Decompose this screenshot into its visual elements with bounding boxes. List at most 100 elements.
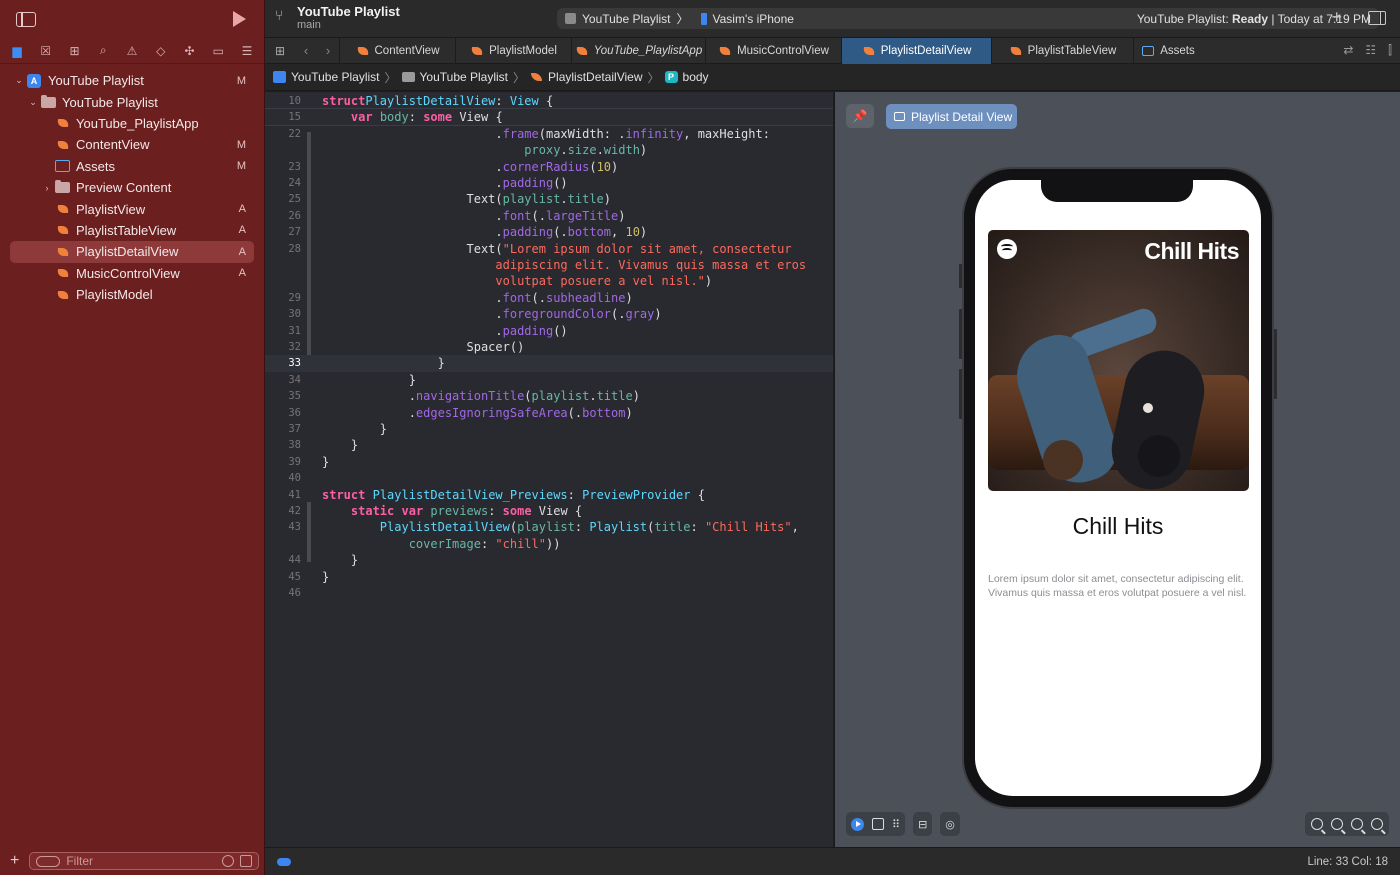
code-line[interactable]: 35 .navigationTitle(playlist.title) — [265, 388, 833, 404]
test-navigator-icon[interactable]: ◇ — [152, 42, 170, 60]
source-control-filter-icon[interactable] — [240, 855, 252, 867]
sidebar-toggle-icon[interactable] — [16, 11, 36, 27]
code-line[interactable]: 10 structPlaylistDetailView: View { — [265, 93, 833, 110]
code-line[interactable]: 43 PlaylistDetailView(playlist: Playlist… — [265, 519, 833, 535]
source-editor[interactable]: 10 structPlaylistDetailView: View {15 var… — [265, 92, 833, 847]
selectable-mode-icon[interactable] — [872, 818, 884, 830]
code-line[interactable]: 32 Spacer() — [265, 339, 833, 355]
code-line[interactable]: 31 .padding() — [265, 323, 833, 339]
device-screen[interactable]: Chill Hits Chill Hits Lorem ipsum dolor … — [975, 180, 1261, 796]
chevron-down-icon[interactable]: ⌄ — [12, 75, 26, 86]
split-editor-icon[interactable]: ⫿ — [1388, 43, 1392, 58]
sidebar-item[interactable]: PlaylistView A — [10, 198, 254, 219]
orientation-icon[interactable]: ◎ — [945, 818, 955, 831]
zoom-actual-icon[interactable] — [1351, 818, 1363, 830]
sidebar-item[interactable]: ⌄ A YouTube Playlist M — [10, 70, 254, 91]
sidebar-item[interactable]: PlaylistDetailView A — [10, 241, 254, 263]
editor-tab[interactable]: Assets — [1133, 37, 1203, 64]
sidebar-item[interactable]: YouTube_PlaylistApp — [10, 113, 254, 134]
code-line[interactable]: 36 .edgesIgnoringSafeArea(.bottom) — [265, 405, 833, 421]
recent-files-icon[interactable] — [222, 855, 234, 867]
sidebar-item[interactable]: Assets M — [10, 156, 254, 177]
debug-navigator-icon[interactable]: ✣ — [181, 42, 199, 60]
run-icon[interactable] — [233, 11, 246, 27]
sidebar-item[interactable]: › Preview Content — [10, 177, 254, 198]
code-line[interactable]: 28 Text("Lorem ipsum dolor sit amet, con… — [265, 241, 833, 257]
code-line[interactable]: 27 .padding(.bottom, 10) — [265, 224, 833, 240]
code-line[interactable]: 39} — [265, 454, 833, 470]
sidebar-item[interactable]: MusicControlView A — [10, 263, 254, 284]
code-line[interactable]: 42 static var previews: some View { — [265, 503, 833, 519]
code-line[interactable]: 45} — [265, 569, 833, 585]
code-line[interactable]: 38 } — [265, 437, 833, 453]
code-line[interactable]: 30 .foregroundColor(.gray) — [265, 306, 833, 322]
live-preview-icon[interactable] — [851, 817, 864, 831]
variants-icon[interactable]: ⠿ — [892, 818, 900, 831]
breadcrumb-symbol[interactable]: body — [683, 70, 709, 84]
editor-options-icon[interactable]: ☷ — [1365, 43, 1376, 58]
source-control-icon[interactable]: ☒ — [37, 42, 55, 60]
forward-icon[interactable]: › — [326, 43, 330, 58]
debug-area-toggle-icon[interactable] — [277, 857, 291, 866]
branch-name[interactable]: main — [297, 19, 321, 31]
folder-icon — [40, 94, 56, 109]
back-icon[interactable]: ‹ — [304, 43, 308, 58]
editor-tab[interactable]: PlaylistModel — [455, 37, 571, 64]
code-line[interactable]: 22 .frame(maxWidth: .infinity, maxHeight… — [265, 126, 833, 142]
breadcrumb-project[interactable]: YouTube Playlist — [291, 70, 380, 84]
symbol-navigator-icon[interactable]: ⊞ — [66, 42, 84, 60]
breakpoint-navigator-icon[interactable]: ▭ — [209, 42, 227, 60]
library-add-icon[interactable]: + — [1331, 7, 1342, 28]
code-line[interactable]: 29 .font(.subheadline) — [265, 290, 833, 306]
code-line[interactable]: volutpat posuere a vel nisl.") — [265, 273, 833, 289]
zoom-out-icon[interactable] — [1311, 818, 1323, 830]
editor-tab[interactable]: PlaylistTableView — [991, 37, 1133, 64]
code-line[interactable]: 15 var body: some View { — [265, 109, 833, 126]
code-line[interactable]: 41 struct PlaylistDetailView_Previews: Pr… — [265, 487, 833, 503]
issue-navigator-icon[interactable]: ⚠ — [123, 42, 141, 60]
breadcrumb-group[interactable]: YouTube Playlist — [420, 70, 509, 84]
code-line[interactable]: 37 } — [265, 421, 833, 437]
code-line[interactable]: 26 .font(.largeTitle) — [265, 208, 833, 224]
code-line[interactable]: 44 } — [265, 552, 833, 568]
editor-tab[interactable]: YouTube_PlaylistApp — [571, 37, 705, 64]
code-line[interactable]: 24 .padding() — [265, 175, 833, 191]
editor-tab[interactable]: ContentView — [339, 37, 455, 64]
filter-field[interactable]: Filter — [29, 852, 259, 870]
code-line[interactable]: coverImage: "chill")) — [265, 536, 833, 552]
report-navigator-icon[interactable]: ☰ — [238, 42, 256, 60]
breadcrumb-file[interactable]: PlaylistDetailView — [548, 70, 642, 84]
sidebar-item[interactable]: ContentView M — [10, 134, 254, 155]
chevron-right-icon[interactable]: › — [40, 183, 54, 193]
code-line[interactable]: 25 Text(playlist.title) — [265, 191, 833, 207]
sidebar-item[interactable]: PlaylistModel — [10, 284, 254, 305]
code-token: PlaylistDetailView — [379, 520, 510, 535]
chevron-down-icon[interactable]: ⌄ — [26, 97, 40, 108]
preview-selector-button[interactable]: Playlist Detail View — [886, 104, 1017, 129]
pin-preview-button[interactable]: 📌 — [846, 104, 874, 128]
device-selector[interactable]: Vasim's iPhone — [713, 12, 794, 26]
inspector-toggle-icon[interactable] — [1368, 11, 1386, 25]
code-line[interactable]: 40 — [265, 470, 833, 486]
code-line[interactable]: adipiscing elit. Vivamus quis massa et e… — [265, 257, 833, 273]
find-navigator-icon[interactable]: ⌕ — [94, 42, 112, 60]
code-line[interactable]: 46 — [265, 585, 833, 601]
zoom-fit-icon[interactable] — [1331, 818, 1343, 830]
code-line[interactable]: proxy.size.width) — [265, 142, 833, 158]
related-items-icon[interactable]: ⊞ — [265, 44, 295, 58]
code-line[interactable]: 33 } — [265, 355, 833, 372]
filter-options-icon[interactable] — [36, 855, 61, 867]
code-line[interactable]: 34 } — [265, 372, 833, 388]
scheme-selector[interactable]: YouTube Playlist — [582, 12, 671, 26]
device-settings-icon[interactable]: ⊟ — [918, 818, 927, 831]
swap-icon[interactable]: ⇄ — [1343, 43, 1353, 58]
editor-tab[interactable]: PlaylistDetailView — [841, 37, 991, 64]
sidebar-item[interactable]: ⌄ YouTube Playlist — [10, 91, 254, 112]
editor-tab[interactable]: MusicControlView — [705, 37, 841, 64]
code-line[interactable]: 23 .cornerRadius(10) — [265, 159, 833, 175]
sidebar-footer: + Filter — [0, 847, 265, 875]
zoom-in-icon[interactable] — [1371, 818, 1383, 830]
project-navigator-icon[interactable]: ▆ — [8, 42, 26, 60]
sidebar-item[interactable]: PlaylistTableView A — [10, 220, 254, 241]
add-file-icon[interactable]: + — [10, 852, 19, 870]
